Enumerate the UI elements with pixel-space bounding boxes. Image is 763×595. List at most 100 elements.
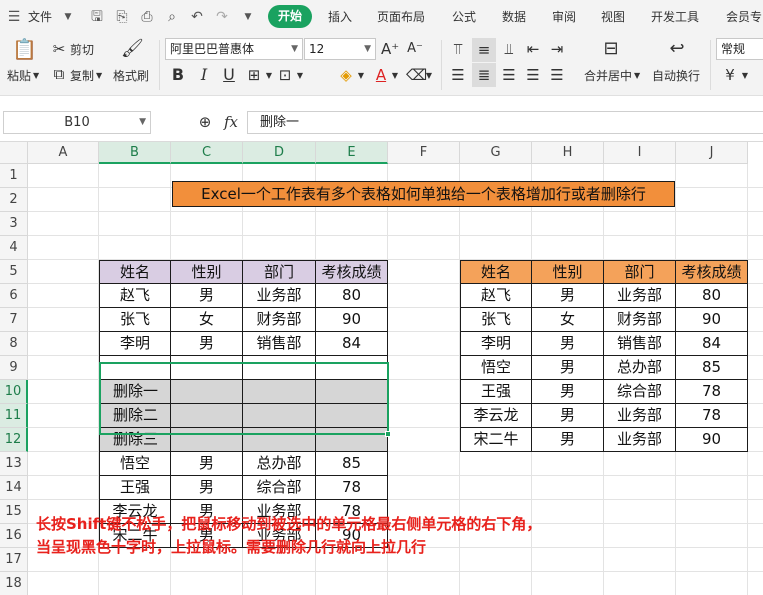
row-header-17[interactable]: 17 [0,548,28,572]
merge-center-button[interactable]: 合并居中 [584,68,632,84]
decrease-font-icon[interactable]: A⁻ [406,40,424,58]
column-header-f[interactable]: F [388,142,460,164]
export-icon[interactable]: ⎘ [114,9,130,25]
table2-cell[interactable]: 销售部 [604,332,676,356]
paste-dropdown-icon[interactable]: ▼ [33,68,39,84]
bold-button[interactable]: B [170,66,186,84]
fill-handle[interactable] [385,431,391,437]
font-color-icon[interactable]: A [372,66,390,84]
decrease-indent-icon[interactable]: ⇤ [524,40,542,58]
row-header-2[interactable]: 2 [0,188,28,212]
redo-icon[interactable]: ↷ [214,9,230,25]
sheet-title-cell[interactable]: Excel一个工作表有多个表格如何单独给一个表格增加行或者删除行 [172,181,675,207]
copy-button[interactable]: 复制 [70,68,94,84]
table1-cell[interactable]: 综合部 [243,476,316,500]
row-header-4[interactable]: 4 [0,236,28,260]
align-center-icon[interactable]: ≣ [472,63,496,87]
quick-access-dropdown-icon[interactable]: ▼ [240,9,256,25]
column-header-h[interactable]: H [532,142,604,164]
column-header-d[interactable]: D [243,142,316,164]
row-header-11[interactable]: 11 [0,404,28,428]
table1-cell[interactable]: 张飞 [99,308,171,332]
merge-center-icon[interactable]: ⊟ [598,40,624,58]
table2-cell[interactable]: 男 [532,332,604,356]
table1-cell[interactable]: 销售部 [243,332,316,356]
row-header-10[interactable]: 10 [0,380,28,404]
row-header-18[interactable]: 18 [0,572,28,595]
row-header-6[interactable]: 6 [0,284,28,308]
paste-icon[interactable]: 📋 [12,39,37,64]
align-bottom-icon[interactable]: ⫫ [500,40,518,58]
table1-cell[interactable]: 财务部 [243,308,316,332]
column-header-e[interactable]: E [316,142,388,164]
merge-border-dropdown-icon[interactable]: ▼ [295,67,305,85]
table1-cell[interactable]: 男 [171,452,243,476]
currency-icon[interactable]: ¥ [722,66,738,84]
table2-cell[interactable]: 84 [676,332,748,356]
column-header-i[interactable]: I [604,142,676,164]
align-right-icon[interactable]: ☰ [500,66,518,84]
number-format-select[interactable]: 常规 [716,38,763,60]
table2-cell[interactable]: 男 [532,380,604,404]
merge-border-icon[interactable]: ⊡ [276,66,294,84]
print-preview-icon[interactable]: ⌕ [164,9,180,25]
clear-dropdown-icon[interactable]: ▼ [424,67,434,85]
row-header-12[interactable]: 12 [0,428,28,452]
column-header-a[interactable]: A [28,142,99,164]
increase-font-icon[interactable]: A⁺ [381,40,399,58]
increase-indent-icon[interactable]: ⇥ [548,40,566,58]
fill-color-icon[interactable]: ◈ [337,66,355,84]
table2-cell[interactable]: 男 [532,404,604,428]
table1-cell[interactable]: 王强 [99,476,171,500]
table2-cell[interactable]: 悟空 [460,356,532,380]
row-header-14[interactable]: 14 [0,476,28,500]
table2-cell[interactable]: 男 [532,284,604,308]
table2-cell[interactable]: 业务部 [604,404,676,428]
align-left-icon[interactable]: ☰ [449,66,467,84]
tab-formulas[interactable]: 公式 [452,0,476,34]
name-box[interactable]: B10 ▼ [3,111,151,134]
row-header-5[interactable]: 5 [0,260,28,284]
table2-cell[interactable]: 宋二牛 [460,428,532,452]
column-header-g[interactable]: G [460,142,532,164]
underline-button[interactable]: U [221,66,237,84]
table2-cell[interactable]: 男 [532,428,604,452]
row-header-16[interactable]: 16 [0,524,28,548]
tab-home[interactable]: 开始 [268,5,312,28]
align-top-icon[interactable]: ⫪ [449,40,467,58]
table2-header-cell[interactable]: 部门 [604,260,676,284]
column-header-j[interactable]: J [676,142,748,164]
format-painter-button[interactable]: 格式刷 [113,68,149,84]
menu-file[interactable]: 文件 [28,0,52,34]
table1-header-cell[interactable]: 部门 [243,260,316,284]
row-header-8[interactable]: 8 [0,332,28,356]
merge-center-dropdown-icon[interactable]: ▼ [634,68,640,84]
fill-color-dropdown-icon[interactable]: ▼ [356,67,366,85]
tab-member[interactable]: 会员专 [726,0,762,34]
distribute-icon[interactable]: ☰ [548,66,566,84]
table2-cell[interactable]: 女 [532,308,604,332]
table2-cell[interactable]: 李云龙 [460,404,532,428]
wrap-text-icon[interactable]: ↩ [664,40,690,58]
borders-dropdown-icon[interactable]: ▼ [264,67,274,85]
table2-cell[interactable]: 80 [676,284,748,308]
copy-icon[interactable]: ⧉ [50,65,68,83]
table1-header-cell[interactable]: 考核成绩 [316,260,388,284]
table2-cell[interactable]: 业务部 [604,284,676,308]
table2-cell[interactable]: 李明 [460,332,532,356]
selection-range[interactable] [99,362,389,435]
table1-cell[interactable]: 总办部 [243,452,316,476]
table1-cell[interactable]: 女 [171,308,243,332]
tab-page-layout[interactable]: 页面布局 [377,0,425,34]
format-painter-icon[interactable]: 🖌 [121,40,144,64]
table2-cell[interactable]: 78 [676,380,748,404]
tab-data[interactable]: 数据 [502,0,526,34]
tab-developer[interactable]: 开发工具 [651,0,699,34]
row-header-1[interactable]: 1 [0,164,28,188]
paste-button[interactable]: 粘贴 [7,68,31,84]
hamburger-menu-icon[interactable]: ☰ [6,9,22,25]
eraser-icon[interactable]: ⌫ [406,66,427,84]
save-icon[interactable]: 🖫 [89,9,105,25]
table1-cell[interactable]: 男 [171,284,243,308]
table1-header-cell[interactable]: 性别 [171,260,243,284]
